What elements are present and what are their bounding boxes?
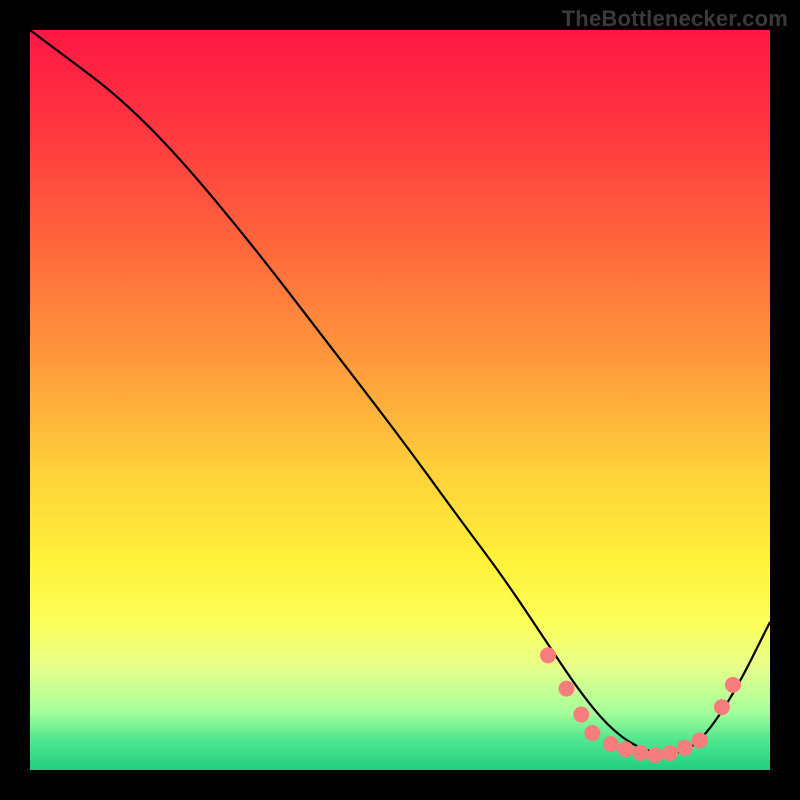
gradient-background (30, 30, 770, 770)
highlight-point (647, 747, 663, 763)
highlight-point (662, 745, 678, 761)
plot-area (30, 30, 770, 770)
highlight-point (677, 740, 693, 756)
highlight-point (725, 677, 741, 693)
chart-svg (30, 30, 770, 770)
highlight-point (714, 699, 730, 715)
highlight-point (573, 707, 589, 723)
highlight-point (584, 725, 600, 741)
highlight-point (633, 745, 649, 761)
watermark-text: TheBottlenecker.com (562, 6, 788, 32)
highlight-point (618, 741, 634, 757)
highlight-point (540, 647, 556, 663)
chart-frame: TheBottlenecker.com (0, 0, 800, 800)
highlight-point (692, 732, 708, 748)
highlight-point (603, 736, 619, 752)
highlight-point (559, 681, 575, 697)
